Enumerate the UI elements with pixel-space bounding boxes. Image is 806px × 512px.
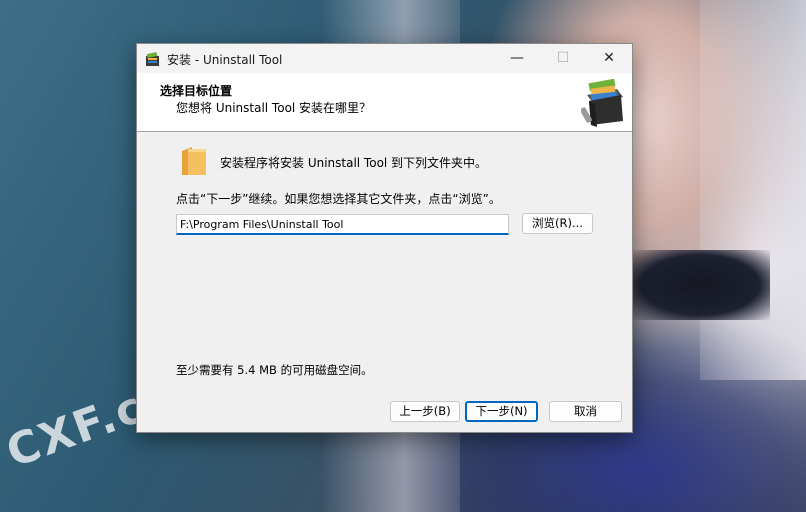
window-title: 安装 - Uninstall Tool xyxy=(167,53,283,67)
installer-window: 安装 - Uninstall Tool — ☐ ✕ 选择目标位置 您想将 Uni… xyxy=(136,43,633,433)
wizard-header: 选择目标位置 您想将 Uninstall Tool 安装在哪里？ xyxy=(137,73,632,132)
title-bar[interactable]: 安装 - Uninstall Tool — ☐ ✕ xyxy=(137,44,632,73)
maximize-button[interactable]: ☐ xyxy=(540,44,586,73)
wallpaper-hair-right xyxy=(700,0,806,380)
continue-hint: 点击“下一步”继续。如果您想选择其它文件夹，点击“浏览”。 xyxy=(176,192,501,206)
disk-space-requirement: 至少需要有 5.4 MB 的可用磁盘空间。 xyxy=(176,363,373,377)
folder-icon xyxy=(182,147,206,175)
next-button[interactable]: 下一步(N) xyxy=(465,401,538,422)
back-button[interactable]: 上一步(B) xyxy=(390,401,460,422)
app-icon xyxy=(146,52,159,66)
browse-button[interactable]: 浏览(R)... xyxy=(522,213,593,234)
install-description: 安装程序将安装 Uninstall Tool 到下列文件夹中。 xyxy=(220,156,488,170)
install-path-input[interactable]: F:\Program Files\Uninstall Tool xyxy=(176,214,509,235)
close-button[interactable]: ✕ xyxy=(586,44,632,73)
minimize-button[interactable]: — xyxy=(494,44,540,73)
installer-boxes-icon xyxy=(581,78,623,127)
wallpaper-choker xyxy=(630,250,770,320)
cancel-button[interactable]: 取消 xyxy=(549,401,622,422)
page-title: 选择目标位置 xyxy=(160,84,233,98)
page-subtitle: 您想将 Uninstall Tool 安装在哪里？ xyxy=(176,101,372,115)
